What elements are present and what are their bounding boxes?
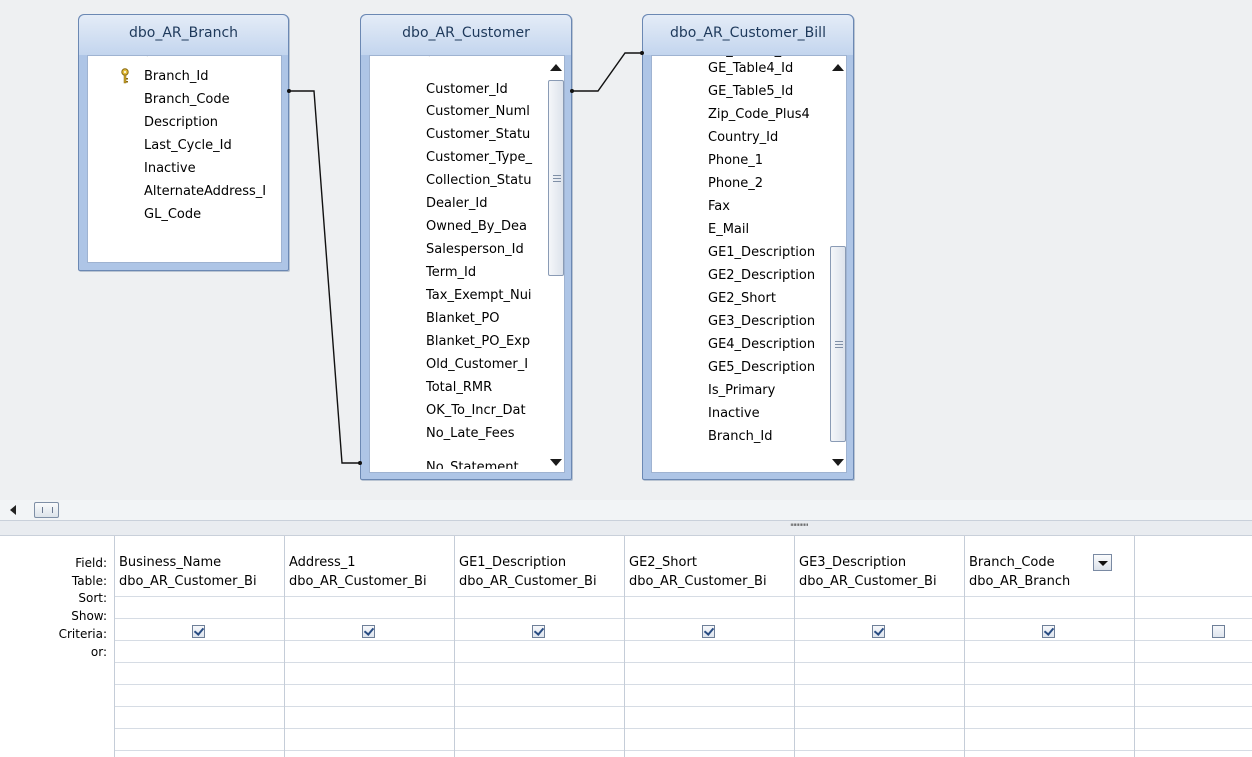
grid-column[interactable]: Branch_Code dbo_AR_Branch <box>964 536 1134 757</box>
grid-column[interactable]: GE3_Description dbo_AR_Customer_Bi <box>794 536 964 757</box>
grid-column[interactable]: Address_1 dbo_AR_Customer_Bi <box>284 536 454 757</box>
table-cell[interactable]: dbo_AR_Customer_Bi <box>795 571 964 593</box>
table-cell[interactable] <box>1135 571 1252 593</box>
table-cell[interactable]: dbo_AR_Customer_Bi <box>285 571 454 593</box>
table-cell[interactable]: dbo_AR_Customer_Bi <box>115 571 284 593</box>
chevron-down-icon[interactable] <box>1093 554 1112 571</box>
pane-splitter[interactable]: '''''''''''' <box>0 520 1252 536</box>
query-design-grid: Field: Table: Sort: Show: Criteria: or: … <box>0 536 1252 757</box>
show-checkbox[interactable] <box>362 625 375 638</box>
show-checkbox[interactable] <box>1212 625 1225 638</box>
show-checkbox[interactable] <box>532 625 545 638</box>
scroll-thumb[interactable] <box>34 502 59 518</box>
grid-column[interactable] <box>1134 536 1252 757</box>
query-design-pane: dbo_AR_Branch * Branch_Id Branch_Code De… <box>0 0 1252 500</box>
show-checkbox[interactable] <box>872 625 885 638</box>
grid-row-labels: Field: Table: Sort: Show: Criteria: or: <box>0 536 113 757</box>
horizontal-scrollbar[interactable] <box>0 500 1252 520</box>
row-label-or: or: <box>90 645 107 659</box>
join-lines <box>287 51 644 465</box>
grid-column[interactable]: GE1_Description dbo_AR_Customer_Bi <box>454 536 624 757</box>
show-checkbox[interactable] <box>1042 625 1055 638</box>
grid-column[interactable]: GE2_Short dbo_AR_Customer_Bi <box>624 536 794 757</box>
grid-column[interactable]: Business_Name dbo_AR_Customer_Bi <box>114 536 284 757</box>
field-cell-value: Branch_Code <box>969 555 1055 570</box>
table-cell[interactable]: dbo_AR_Customer_Bi <box>455 571 624 593</box>
show-checkbox[interactable] <box>192 625 205 638</box>
join-customer-bill <box>572 52 642 92</box>
arrow-left-icon[interactable] <box>10 505 16 515</box>
show-checkbox[interactable] <box>702 625 715 638</box>
join-branch-customer <box>289 90 360 464</box>
table-cell[interactable]: dbo_AR_Branch <box>965 571 1134 593</box>
table-cell[interactable]: dbo_AR_Customer_Bi <box>625 571 794 593</box>
